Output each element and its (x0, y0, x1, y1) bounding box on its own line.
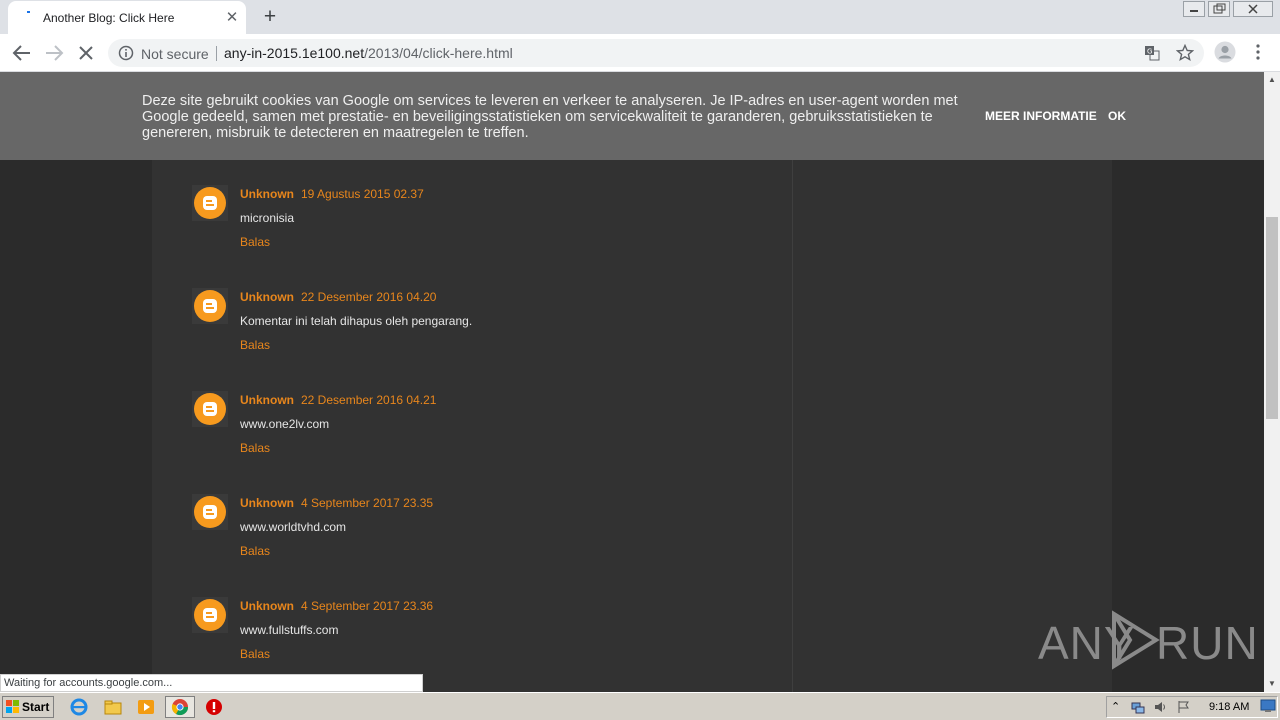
tab-strip: Another Blog: Click Here ✕ + (0, 0, 1280, 34)
minimize-icon (1190, 10, 1198, 12)
forward-arrow-icon[interactable] (42, 41, 66, 65)
comment-reply-link[interactable]: Balas (240, 235, 270, 249)
comment-body: Komentar ini telah dihapus oleh pengaran… (240, 314, 473, 328)
comment-date-link[interactable]: 22 Desember 2016 04.21 (301, 393, 436, 407)
omnibox-divider (216, 46, 217, 61)
profile-avatar-icon[interactable] (1214, 41, 1236, 63)
volume-icon[interactable] (1153, 700, 1167, 714)
bookmark-star-icon[interactable] (1176, 44, 1194, 62)
watermark-text-run: RUN (1156, 617, 1259, 669)
blogger-avatar-icon[interactable] (192, 288, 228, 324)
cookie-banner: Deze site gebruikt cookies van Google om… (0, 72, 1264, 160)
comment-body: micronisia (240, 211, 295, 225)
window-close-button[interactable] (1233, 1, 1273, 17)
close-icon (1248, 4, 1258, 14)
back-arrow-icon[interactable] (10, 41, 34, 65)
security-label[interactable]: Not secure (141, 46, 209, 62)
comment-reply-link[interactable]: Balas (240, 544, 270, 558)
tab-title: Another Blog: Click Here (43, 11, 175, 25)
vertical-scrollbar[interactable]: ▲ ▼ (1264, 72, 1280, 692)
anyrun-watermark: ANY RUN (1038, 608, 1258, 674)
info-icon[interactable] (118, 45, 134, 61)
chrome-icon (171, 699, 189, 716)
file-explorer-icon[interactable] (104, 698, 122, 716)
url-text[interactable]: any-in-2015.1e100.net/2013/04/click-here… (224, 45, 513, 61)
network-icon[interactable] (1131, 700, 1145, 714)
cookie-notice-text: Deze site gebruikt cookies van Google om… (142, 93, 958, 141)
start-button[interactable]: Start (2, 696, 54, 718)
system-tray: ⌃ 9:18 AM (1106, 696, 1278, 718)
comment-item: Unknown 22 Desember 2016 04.21 www.one2lv.… (192, 391, 752, 491)
new-tab-button[interactable]: + (258, 6, 282, 28)
blogger-avatar-icon[interactable] (192, 494, 228, 530)
scroll-thumb[interactable] (1266, 217, 1278, 419)
show-desktop-icon[interactable] (1260, 699, 1276, 713)
windows-logo-icon (6, 700, 19, 713)
comment-body: www.one2lv.com (240, 417, 330, 431)
url-path: /2013/04/click-here.html (364, 45, 513, 61)
cookie-ok-button[interactable]: OK (1108, 109, 1126, 123)
window-minimize-button[interactable] (1183, 1, 1205, 17)
internet-explorer-icon[interactable] (70, 698, 88, 716)
comment-date-link[interactable]: 4 September 2017 23.36 (301, 599, 433, 613)
windows-taskbar: Start ⌃ 9:18 AM (0, 692, 1280, 720)
comment-author-link[interactable]: Unknown (240, 599, 294, 613)
action-center-flag-icon[interactable] (1177, 700, 1191, 714)
comment-item: Unknown 4 September 2017 23.35 www.worldtv… (192, 494, 752, 594)
comment-reply-link[interactable]: Balas (240, 647, 270, 661)
scroll-up-arrow-icon[interactable]: ▲ (1264, 72, 1280, 88)
tray-expand-icon[interactable]: ⌃ (1111, 700, 1125, 714)
more-vertical-icon[interactable] (1250, 43, 1266, 61)
comment-date-link[interactable]: 19 Agustus 2015 02.37 (301, 187, 424, 201)
comment-item: Unknown 19 Agustus 2015 02.37 micronisia Ba… (192, 185, 752, 285)
blogger-avatar-icon[interactable] (192, 391, 228, 427)
blogger-avatar-icon[interactable] (192, 597, 228, 633)
opera-icon[interactable] (205, 698, 223, 716)
tab-close-icon[interactable]: ✕ (224, 10, 240, 26)
comment-author-link[interactable]: Unknown (240, 496, 294, 510)
restore-icon (1213, 3, 1226, 14)
comment-reply-link[interactable]: Balas (240, 338, 270, 352)
start-label: Start (22, 700, 50, 714)
taskbar-chrome-button[interactable] (165, 696, 195, 718)
media-player-icon[interactable] (137, 698, 155, 716)
play-logo-icon (1112, 610, 1160, 670)
comment-body: www.worldtvhd.com (240, 520, 347, 534)
scroll-down-arrow-icon[interactable]: ▼ (1264, 676, 1280, 692)
comment-date-link[interactable]: 22 Desember 2016 04.20 (301, 290, 436, 304)
comment-reply-link[interactable]: Balas (240, 441, 270, 455)
translate-icon[interactable]: G (1144, 45, 1160, 61)
page-viewport: Unknown 19 Agustus 2015 02.37 micronisia Ba… (0, 72, 1264, 692)
loading-status-bubble: Waiting for accounts.google.com... (0, 674, 423, 692)
comment-author-link[interactable]: Unknown (240, 393, 294, 407)
blogger-avatar-icon[interactable] (192, 185, 228, 221)
comment-body: www.fullstuffs.com (240, 623, 339, 637)
window-restore-button[interactable] (1208, 1, 1230, 17)
comment-author-link[interactable]: Unknown (240, 187, 294, 201)
stop-loading-icon[interactable] (74, 41, 98, 65)
more-info-link[interactable]: MEER INFORMATIE (985, 109, 1097, 123)
browser-toolbar: Not secure any-in-2015.1e100.net/2013/04… (0, 34, 1280, 72)
url-host: any-in-2015.1e100.net (224, 45, 365, 61)
taskbar-clock[interactable]: 9:18 AM (1209, 701, 1249, 713)
loading-favicon-icon (27, 11, 30, 13)
comment-item: Unknown 22 Desember 2016 04.20 Komentar in… (192, 288, 752, 388)
comment-author-link[interactable]: Unknown (240, 290, 294, 304)
svg-text:G: G (1147, 48, 1152, 56)
tab-active[interactable]: Another Blog: Click Here ✕ (8, 1, 246, 34)
comment-date-link[interactable]: 4 September 2017 23.35 (301, 496, 433, 510)
sidebar-divider (792, 72, 793, 692)
address-bar[interactable]: Not secure any-in-2015.1e100.net/2013/04… (108, 39, 1204, 67)
